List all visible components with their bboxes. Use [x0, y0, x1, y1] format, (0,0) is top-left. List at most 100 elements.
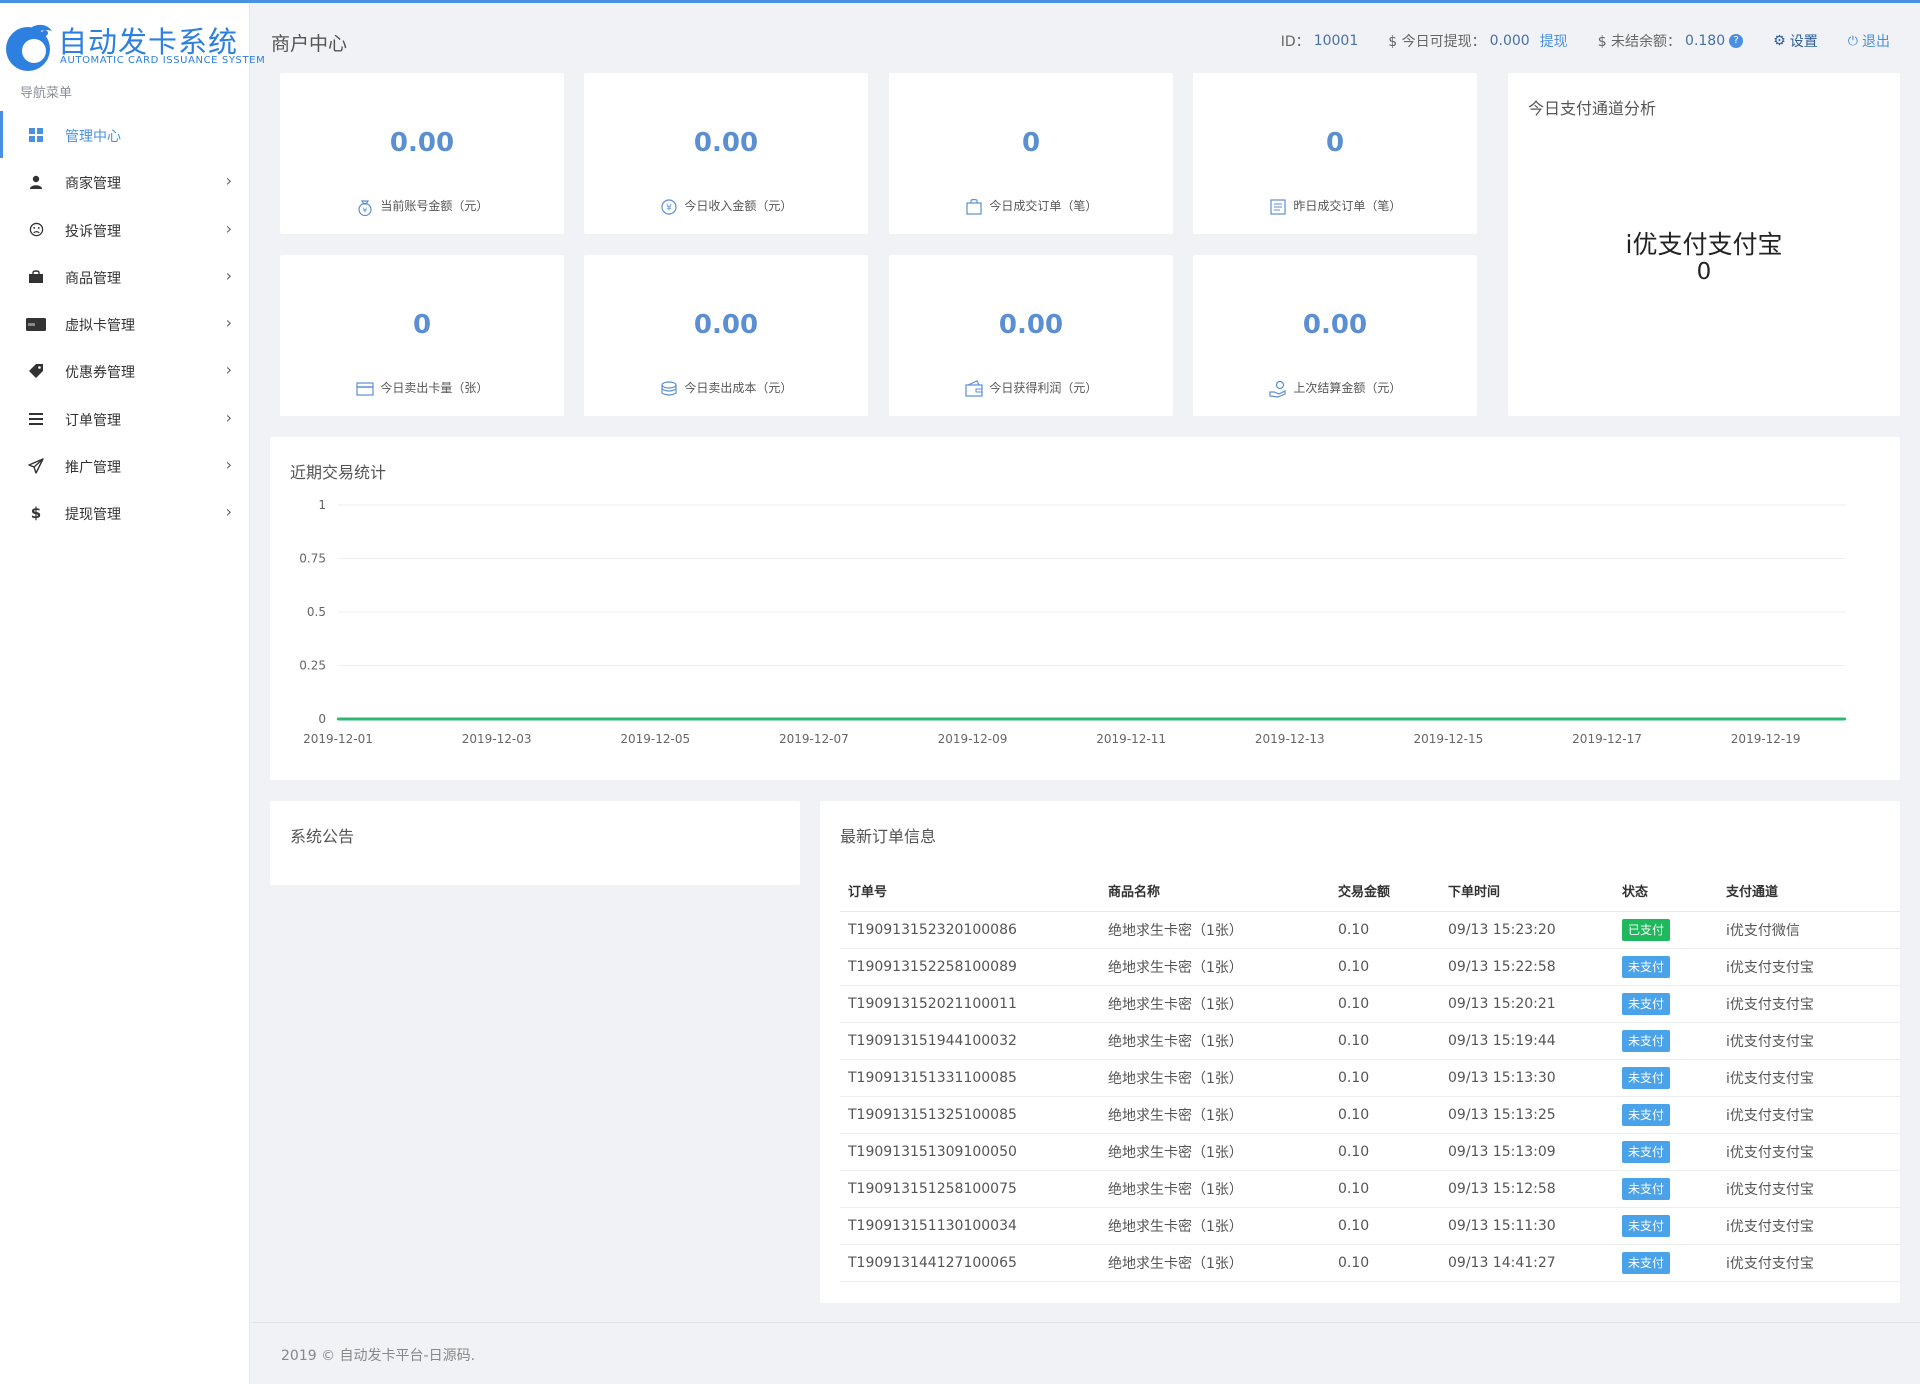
footer: 2019 © 自动发卡平台-日源码. [251, 1322, 1920, 1384]
x-tick-label: 2019-12-17 [1572, 732, 1642, 746]
x-tick-label: 2019-12-03 [462, 732, 532, 746]
status-badge: 未支付 [1622, 1214, 1671, 1237]
id-label: ID： [1280, 34, 1310, 50]
power-icon[interactable]: ⏻ [1848, 34, 1858, 49]
list-icon [26, 409, 46, 429]
wallet-icon [964, 379, 983, 397]
stat-card-profit: 0.00 今日获得利润（元） [889, 255, 1173, 416]
settings-link[interactable]: 设置 [1790, 31, 1818, 51]
y-tick-label: 1 [318, 498, 326, 512]
table-row[interactable]: T190913151325100085 绝地求生卡密（1张） 0.10 09/13 1… [840, 1096, 1900, 1134]
logo[interactable]: 自动发卡系统 AUTOMATIC CARD ISSUANCE SYSTEM [0, 17, 265, 73]
y-tick-label: 0 [318, 712, 326, 726]
pay-channel: i优支付支付宝 [1718, 1207, 1900, 1245]
stat-label: 上次结算金额（元） [1193, 379, 1477, 398]
shopping-bag-icon [965, 198, 982, 215]
dashboard-icon [26, 125, 46, 145]
svg-text:¥: ¥ [666, 203, 672, 213]
product-name: 绝地求生卡密（1张） [1100, 1096, 1330, 1134]
frown-icon [26, 220, 46, 240]
stat-label: 昨日成交订单（笔） [1193, 197, 1477, 216]
stat-label: 今日成交订单（笔） [889, 197, 1173, 216]
table-row[interactable]: T190913152320100086 绝地求生卡密（1张） 0.10 09/13 1… [840, 911, 1900, 949]
data-point [1129, 717, 1133, 721]
amount: 0.10 [1330, 1244, 1440, 1282]
order-time: 09/13 15:22:58 [1440, 948, 1614, 986]
pay-channel-value: 0 [1696, 259, 1712, 285]
order-id: T190913144127100065 [840, 1244, 1100, 1282]
stat-card-cards-sold: 0 今日卖出卡量（张） [280, 255, 564, 416]
stat-label-text: 今日卖出成本（元） [684, 381, 793, 395]
logout-link[interactable]: 退出 [1862, 31, 1890, 51]
table-header-row: 订单号 商品名称 交易金额 下单时间 状态 支付通道 [840, 871, 1900, 912]
pay-channel: i优支付微信 [1718, 911, 1900, 949]
chevron-right-icon: › [225, 502, 232, 522]
order-time: 09/13 15:11:30 [1440, 1207, 1614, 1245]
amount: 0.10 [1330, 985, 1440, 1023]
status-badge: 未支付 [1622, 992, 1671, 1015]
gear-icon[interactable]: ⚙ [1773, 33, 1786, 49]
x-tick-label: 2019-12-07 [779, 732, 849, 746]
chevron-right-icon: › [225, 360, 232, 380]
column-header: 状态 [1614, 871, 1718, 912]
sidebar-item-label: 投诉管理 [65, 223, 121, 240]
sidebar-item-merchants[interactable]: 商家管理 › [0, 158, 250, 205]
sidebar-item-withdrawals[interactable]: $ 提现管理 › [0, 489, 250, 536]
pay-channel: i优支付支付宝 [1718, 1059, 1900, 1097]
x-tick-label: 2019-12-15 [1414, 732, 1484, 746]
withdraw-link[interactable]: 提现 [1540, 31, 1568, 51]
sidebar-item-products[interactable]: 商品管理 › [0, 253, 250, 300]
x-tick-label: 2019-12-19 [1731, 732, 1801, 746]
card-title: 今日支付通道分析 [1528, 99, 1657, 118]
table-row[interactable]: T190913144127100065 绝地求生卡密（1张） 0.10 09/13 1… [840, 1244, 1900, 1282]
stat-card-today-orders: 0 今日成交订单（笔） [889, 73, 1173, 234]
stat-label-text: 当前账号金额（元） [380, 199, 489, 213]
table-row[interactable]: T190913152258100089 绝地求生卡密（1张） 0.10 09/13 1… [840, 948, 1900, 986]
table-row[interactable]: T190913151331100085 绝地求生卡密（1张） 0.10 09/13 1… [840, 1059, 1900, 1097]
y-tick-label: 0.25 [299, 659, 326, 673]
sidebar-item-label: 虚拟卡管理 [65, 318, 135, 335]
dollar-icon: $ [30, 504, 42, 523]
stat-card-cost: 0.00 今日卖出成本（元） [584, 255, 868, 416]
data-point [733, 717, 736, 721]
sidebar: 自动发卡系统 AUTOMATIC CARD ISSUANCE SYSTEM 导航… [0, 3, 265, 1384]
tag-icon [26, 361, 46, 381]
amount: 0.10 [1330, 948, 1440, 986]
sidebar-item-promotion[interactable]: 推广管理 › [0, 442, 250, 489]
stat-label-text: 上次结算金额（元） [1293, 381, 1402, 395]
table-row[interactable]: T190913151944100032 绝地求生卡密（1张） 0.10 09/13 1… [840, 1022, 1900, 1060]
system-notice-card: 系统公告 [270, 801, 800, 885]
logo-subtitle: AUTOMATIC CARD ISSUANCE SYSTEM [60, 55, 266, 66]
svg-text:¥: ¥ [362, 206, 367, 214]
data-point [1050, 717, 1054, 721]
column-header: 交易金额 [1330, 871, 1440, 912]
data-point [1526, 717, 1529, 721]
stat-card-account-balance: 0.00 ¥ 当前账号金额（元） [280, 73, 564, 234]
pay-channel: i优支付支付宝 [1718, 1244, 1900, 1282]
sidebar-item-coupons[interactable]: 优惠券管理 › [0, 347, 250, 394]
status-badge: 未支付 [1622, 1103, 1671, 1126]
table-row[interactable]: T190913151309100050 绝地求生卡密（1张） 0.10 09/13 1… [840, 1133, 1900, 1171]
data-point [336, 717, 340, 721]
sidebar-item-dashboard[interactable]: 管理中心 [0, 111, 250, 159]
amount: 0.10 [1330, 1059, 1440, 1097]
data-point [892, 717, 895, 721]
x-tick-label: 2019-12-09 [938, 732, 1008, 746]
sidebar-item-complaints[interactable]: 投诉管理 › [0, 206, 250, 253]
pay-channel: i优支付支付宝 [1718, 1022, 1900, 1060]
table-row[interactable]: T190913152021100011 绝地求生卡密（1张） 0.10 09/13 1… [840, 985, 1900, 1023]
data-point [1209, 717, 1212, 721]
stat-label: 今日卖出卡量（张） [280, 379, 564, 398]
sidebar-item-orders[interactable]: 订单管理 › [0, 395, 250, 442]
sidebar-item-label: 优惠券管理 [65, 365, 135, 382]
trend-chart-card: 近期交易统计 0 0.25 0.5 0.75 1 2019-12-01 2019-12-03… [270, 437, 1900, 780]
sidebar-item-virtual-cards[interactable]: 虚拟卡管理 › [0, 300, 250, 347]
table-row[interactable]: T190913151258100075 绝地求生卡密（1张） 0.10 09/13 1… [840, 1170, 1900, 1208]
order-time: 09/13 15:20:21 [1440, 985, 1614, 1023]
table-row[interactable]: T190913151130100034 绝地求生卡密（1张） 0.10 09/13 1… [840, 1207, 1900, 1245]
order-id: T190913152320100086 [840, 911, 1100, 949]
stat-label-text: 昨日成交订单（笔） [1293, 199, 1402, 213]
column-header: 订单号 [840, 871, 1100, 912]
help-icon[interactable]: ? [1729, 34, 1744, 48]
yen-coin-icon: ¥ [660, 198, 677, 215]
